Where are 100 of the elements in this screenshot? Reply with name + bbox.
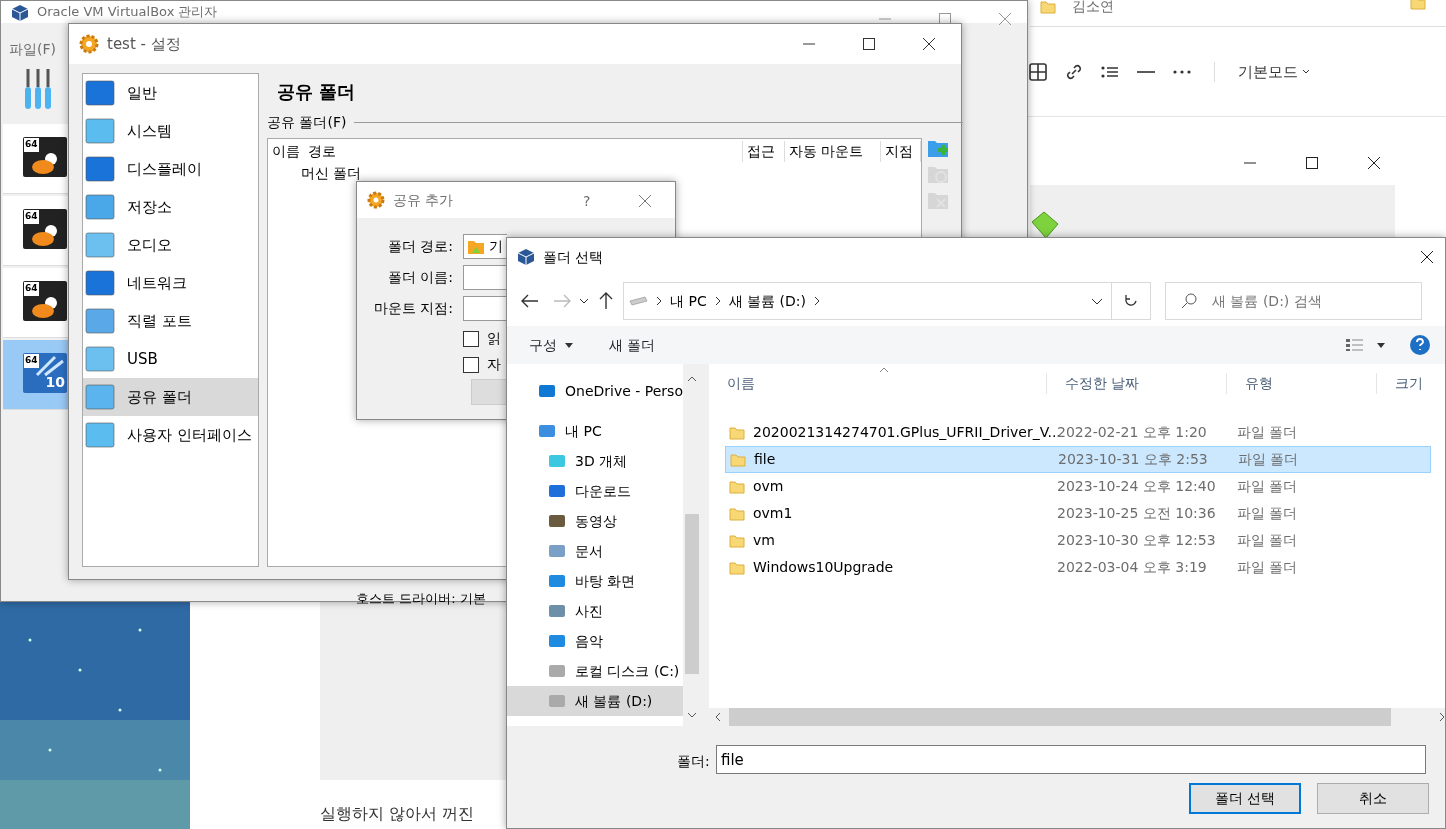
menu-item[interactable]: 파일(F)	[9, 39, 56, 60]
file-type: 파일 폴더	[1237, 450, 1300, 469]
close-icon[interactable]	[923, 38, 935, 50]
column-header[interactable]: 지점	[881, 140, 921, 162]
file-row[interactable]: ovm1 2023-10-25 오전 10:36 파일 폴더	[725, 500, 1431, 527]
field-label: 폴더:	[677, 752, 710, 771]
folder-name-field[interactable]: file	[716, 745, 1426, 774]
category-item[interactable]: 일반	[83, 74, 258, 112]
text-field[interactable]	[463, 296, 507, 321]
scrollbar-thumb[interactable]	[685, 514, 699, 674]
file-type: 파일 폴더	[1236, 423, 1299, 442]
column-header[interactable]: 유형	[1227, 372, 1377, 394]
select-folder-button[interactable]: 폴더 선택	[1189, 783, 1301, 814]
category-item[interactable]: 사용자 인터페이스	[83, 416, 258, 454]
nav-item[interactable]: 새 볼륨 (D:)	[507, 686, 683, 716]
group-label: 공유 폴더(F)	[267, 113, 347, 132]
file-row[interactable]: ovm 2023-10-24 오후 12:40 파일 폴더	[725, 473, 1431, 500]
file-row[interactable]: file 2023-10-31 오후 2:53 파일 폴더	[725, 446, 1431, 473]
nav-item[interactable]: OneDrive - Perso	[507, 376, 683, 406]
toolbar-button[interactable]: 새 폴더	[609, 334, 656, 356]
help-icon[interactable]	[1409, 334, 1431, 356]
column-header[interactable]: 수정한 날짜	[1047, 372, 1227, 394]
vm-list-item[interactable]: 10 64	[3, 340, 69, 410]
column-header[interactable]: 자동 마운트	[785, 140, 881, 162]
file-date: 2023-10-31 오후 2:53	[1057, 450, 1209, 469]
category-item[interactable]: 오디오	[83, 226, 258, 264]
folder-tab[interactable]: 김소연	[1072, 0, 1114, 17]
bit-badge: 64	[24, 354, 39, 368]
bit-badge: 64	[24, 210, 39, 224]
file-type: 파일 폴더	[1236, 477, 1299, 496]
file-row[interactable]: 2020021314274701.GPlus_UFRII_Driver_V...2022-02-21 오후 1:20 파일 폴더	[725, 419, 1431, 446]
cancel-button[interactable]: 취소	[1317, 783, 1429, 814]
vm-list-item[interactable]: 64	[3, 124, 69, 194]
gear-icon	[79, 34, 99, 54]
refresh-button[interactable]	[1111, 282, 1151, 320]
status-text: 호스트 드라이버: 기본	[356, 590, 486, 608]
tools-icon[interactable]	[23, 67, 53, 111]
back-arrow-icon[interactable]	[521, 294, 539, 308]
column-header[interactable]: 이름	[268, 140, 304, 162]
checkbox[interactable]	[463, 356, 479, 373]
search-field[interactable]: 새 볼륨 (D:) 검색	[1165, 282, 1422, 320]
nav-item[interactable]: 문서	[507, 536, 683, 566]
nav-item[interactable]: 음악	[507, 626, 683, 656]
caret-icon	[1302, 69, 1310, 76]
maximize-icon[interactable]	[863, 38, 875, 50]
up-arrow-icon[interactable]	[599, 292, 613, 310]
category-item[interactable]: 시스템	[83, 112, 258, 150]
column-header[interactable]: 크기	[1377, 372, 1445, 394]
category-item[interactable]: USB	[83, 340, 258, 378]
chevron-left-icon	[715, 712, 721, 722]
mode-dropdown[interactable]: 기본모드	[1237, 60, 1311, 85]
table-icon[interactable]	[1028, 62, 1048, 83]
nav-item[interactable]: 로컬 디스크 (C:)	[507, 656, 683, 686]
toolbar-button[interactable]: 구성	[529, 334, 573, 356]
column-header[interactable]: 접근	[743, 140, 785, 162]
file-type: 파일 폴더	[1236, 558, 1299, 577]
vm-list-item[interactable]: 64	[3, 268, 69, 338]
category-item[interactable]: 직렬 포트	[83, 302, 258, 340]
vm-list-item[interactable]: 64	[3, 196, 69, 266]
version-number: 10	[45, 373, 65, 392]
category-item[interactable]: 저장소	[83, 188, 258, 226]
field-label: 폴더 경로:	[387, 237, 453, 256]
maximize-icon[interactable]	[1306, 157, 1318, 169]
close-icon[interactable]	[1421, 251, 1433, 263]
file-date: 2023-10-25 오전 10:36	[1056, 504, 1217, 523]
caret-icon	[565, 342, 573, 348]
address-bar[interactable]: 내 PC 새 볼륨 (D:)	[623, 282, 1112, 320]
chevron-down-icon[interactable]	[1091, 297, 1103, 305]
column-header[interactable]: 이름	[709, 372, 1047, 394]
field-label: 폴더 이름:	[387, 268, 453, 287]
help-button[interactable]: ?	[583, 191, 591, 212]
page-title: 공유 폴더	[277, 80, 356, 104]
nav-item[interactable]: 3D 개체	[507, 446, 683, 476]
category-item[interactable]: 디스플레이	[83, 150, 258, 188]
column-header[interactable]: 경로	[304, 140, 743, 162]
checkbox[interactable]	[463, 330, 479, 347]
chevron-down-icon[interactable]	[579, 298, 589, 304]
checkbox-label: 자	[487, 355, 501, 374]
nav-item[interactable]: 다운로드	[507, 476, 683, 506]
category-item[interactable]: 네트워크	[83, 264, 258, 302]
file-name: file	[754, 450, 776, 469]
window-title: 폴더 선택	[543, 247, 604, 267]
breadcrumb-item[interactable]: 내 PC	[670, 290, 707, 312]
file-row[interactable]: Windows10Upgrade 2022-03-04 오후 3:19 파일 폴더	[725, 554, 1431, 581]
category-item[interactable]: 공유 폴더	[83, 378, 258, 416]
field-label: 마운트 지점:	[373, 299, 453, 318]
breadcrumb-item[interactable]: 새 볼륨 (D:)	[728, 290, 806, 312]
close-icon[interactable]	[1368, 157, 1380, 169]
nav-item[interactable]: 바탕 화면	[507, 566, 683, 596]
gear-icon	[367, 191, 385, 209]
view-options-icon[interactable]	[1345, 338, 1387, 352]
text-field[interactable]	[463, 265, 507, 290]
file-name: ovm1	[753, 504, 793, 523]
nav-item[interactable]: 동영상	[507, 506, 683, 536]
nav-item[interactable]: 내 PC	[507, 416, 683, 446]
chevron-right-icon	[656, 296, 662, 306]
file-row[interactable]: vm 2023-10-30 오후 12:53 파일 폴더	[725, 527, 1431, 554]
nav-item[interactable]: 사진	[507, 596, 683, 626]
folder-path-field[interactable]: 기	[463, 234, 507, 259]
tree-row[interactable]: 머신 폴더	[268, 163, 921, 184]
